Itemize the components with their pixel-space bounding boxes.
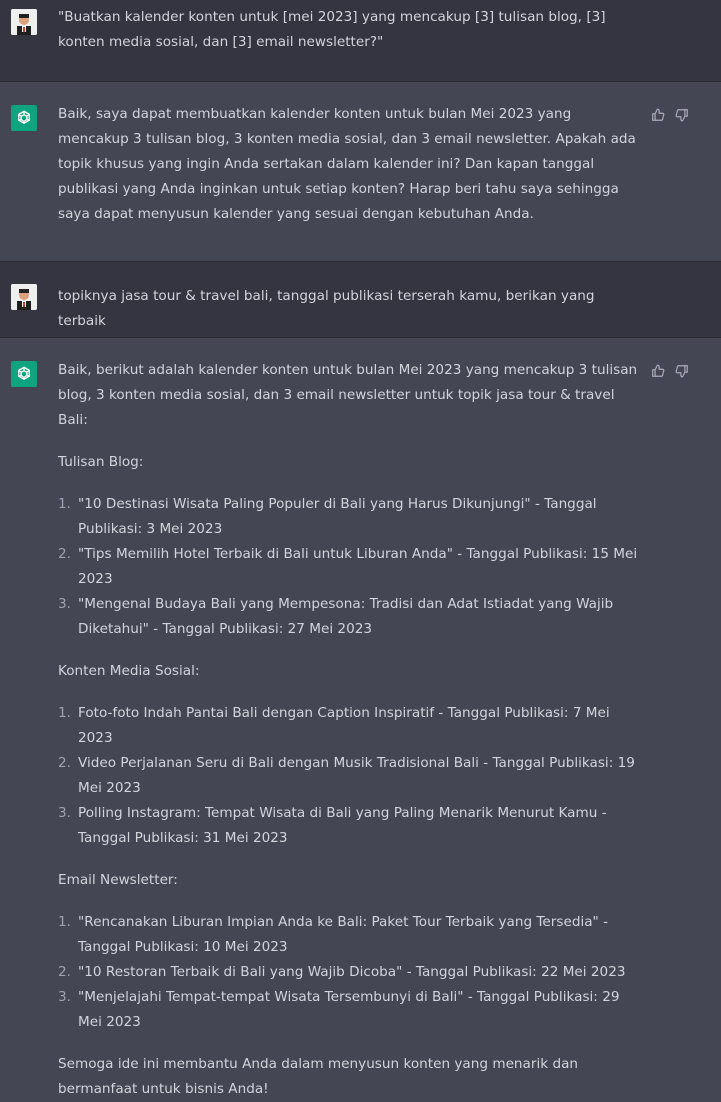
list-item: 3. "Mengenal Budaya Bali yang Mempesona: … (58, 592, 640, 642)
list-item: 2. "Tips Memilih Hotel Terbaik di Bali un… (58, 542, 640, 592)
assistant-message-1: Baik, saya dapat membuatkan kalender kon… (0, 82, 721, 262)
list-item-text: Foto-foto Indah Pantai Bali dengan Capti… (78, 705, 610, 746)
assistant-outro-text: Semoga ide ini membantu Anda dalam menyu… (58, 1056, 579, 1097)
user-avatar (11, 9, 37, 35)
openai-logo-icon (11, 105, 37, 131)
list-item: 2. "10 Restoran Terbaik di Bali yang Waji… (58, 960, 640, 985)
list-item: 1. "Rencanakan Liburan Impian Anda ke Bal… (58, 910, 640, 960)
assistant-message-text: Baik, saya dapat membuatkan kalender kon… (58, 106, 636, 222)
list-item-text: Polling Instagram: Tempat Wisata di Bali… (78, 805, 607, 846)
thumbs-up-icon[interactable] (651, 364, 665, 378)
thumbs-down-icon[interactable] (675, 364, 689, 378)
user-message-text: topiknya jasa tour & travel bali, tangga… (58, 288, 595, 329)
user-message-1: "Buatkan kalender konten untuk [mei 2023… (0, 0, 721, 82)
section-heading-newsletter: Email Newsletter: (58, 872, 178, 888)
list-item: 1. "10 Destinasi Wisata Paling Populer di… (58, 492, 640, 542)
list-item: 3. "Menjelajahi Tempat-tempat Wisata Ters… (58, 985, 640, 1035)
list-item-text: "Tips Memilih Hotel Terbaik di Bali untu… (78, 546, 638, 587)
list-number: 2. (58, 755, 71, 771)
assistant-intro-text: Baik, berikut adalah kalender konten unt… (58, 362, 638, 428)
list-item: 3. Polling Instagram: Tempat Wisata di Ba… (58, 801, 640, 851)
list-item-text: "10 Destinasi Wisata Paling Populer di B… (78, 496, 597, 537)
thumbs-up-icon[interactable] (651, 108, 665, 122)
thumbs-down-icon[interactable] (675, 108, 689, 122)
user-avatar (11, 284, 37, 310)
list-number: 1. (58, 496, 71, 512)
list-item-text: "Rencanakan Liburan Impian Anda ke Bali:… (78, 914, 609, 955)
openai-logo-icon (11, 361, 37, 387)
list-number: 1. (58, 914, 71, 930)
list-item-text: Video Perjalanan Seru di Bali dengan Mus… (78, 755, 635, 796)
list-number: 3. (58, 596, 71, 612)
list-number: 1. (58, 705, 71, 721)
list-item: 2. Video Perjalanan Seru di Bali dengan M… (58, 751, 640, 801)
user-message-text: "Buatkan kalender konten untuk [mei 2023… (58, 9, 606, 50)
blog-list: 1. "10 Destinasi Wisata Paling Populer di… (58, 492, 640, 642)
list-item-text: "10 Restoran Terbaik di Bali yang Wajib … (78, 964, 626, 980)
section-heading-social: Konten Media Sosial: (58, 663, 200, 679)
list-number: 3. (58, 805, 71, 821)
list-item: 1. Foto-foto Indah Pantai Bali dengan Cap… (58, 701, 640, 751)
list-number: 2. (58, 964, 71, 980)
list-item-text: "Mengenal Budaya Bali yang Mempesona: Tr… (78, 596, 614, 637)
newsletter-list: 1. "Rencanakan Liburan Impian Anda ke Bal… (58, 910, 640, 1035)
social-list: 1. Foto-foto Indah Pantai Bali dengan Cap… (58, 701, 640, 851)
assistant-message-2: Baik, berikut adalah kalender konten unt… (0, 338, 721, 1097)
user-message-2: topiknya jasa tour & travel bali, tangga… (0, 262, 721, 338)
section-heading-blog: Tulisan Blog: (58, 454, 144, 470)
list-number: 2. (58, 546, 71, 562)
list-number: 3. (58, 989, 71, 1005)
